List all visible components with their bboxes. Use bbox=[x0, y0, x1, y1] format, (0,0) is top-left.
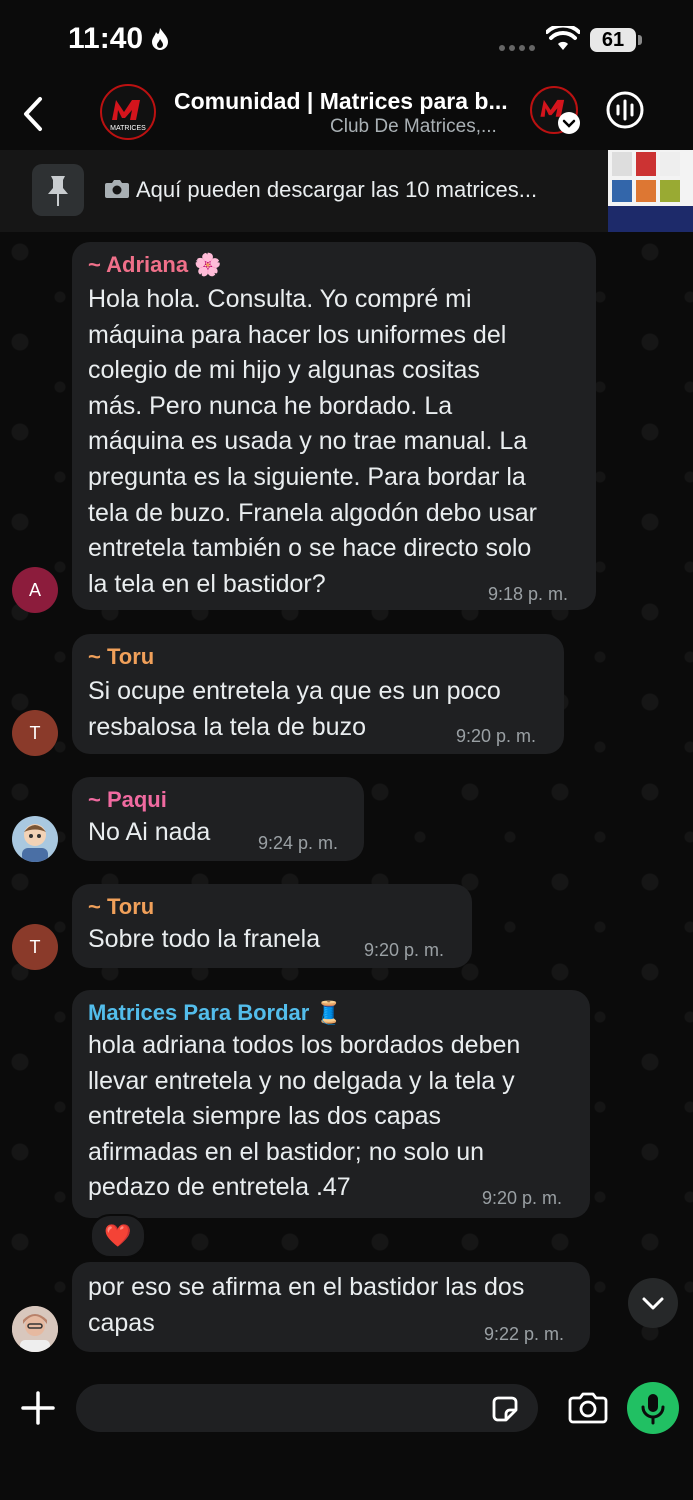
pinned-thumbnail[interactable] bbox=[608, 150, 693, 232]
pinned-text: Aquí pueden descargar las 10 matrices... bbox=[136, 177, 538, 202]
message-bubble[interactable]: ~ Toru Si ocupe entretela ya que es un p… bbox=[72, 634, 564, 754]
message-bubble[interactable]: por eso se afirma en el bastidor las dos… bbox=[72, 1262, 590, 1352]
mic-button[interactable] bbox=[627, 1382, 679, 1434]
message-timestamp: 9:20 p. m. bbox=[482, 1188, 563, 1208]
message-line: la tela en el bastidor? bbox=[88, 569, 326, 598]
message-text: Hola hola. Consulta. Yo compré mi máquin… bbox=[88, 282, 537, 602]
photo-avatar-icon bbox=[12, 1306, 58, 1352]
mic-icon bbox=[641, 1394, 665, 1425]
signal-icon bbox=[499, 45, 535, 51]
message-line: por eso se afirma en el bastidor las dos bbox=[88, 1273, 525, 1301]
camera-icon[interactable] bbox=[568, 1390, 608, 1426]
flame-icon bbox=[152, 28, 168, 50]
message-text: hola adriana todos los bordados deben ll… bbox=[88, 1028, 520, 1206]
message-line: entretela también o se hace directo solo bbox=[88, 534, 532, 563]
logo-label: MATRICES bbox=[110, 125, 146, 132]
message-bubble[interactable]: ~ Toru Sobre todo la franela 9:20 p. m. bbox=[72, 884, 472, 968]
message-bubble[interactable]: Matrices Para Bordar 🧵 hola adriana todo… bbox=[72, 990, 590, 1218]
matrices-logo-icon: MATRICES bbox=[110, 100, 146, 132]
avatar[interactable]: T bbox=[12, 924, 58, 970]
sender-name[interactable]: ~ Adriana 🌸 bbox=[88, 252, 222, 278]
group-avatar[interactable]: MATRICES bbox=[100, 84, 156, 140]
message-line: Sobre todo la franela bbox=[88, 925, 321, 953]
voice-chat-icon[interactable] bbox=[605, 90, 645, 130]
message-line: Si ocupe entretela ya que es un poco bbox=[88, 677, 501, 705]
sender-name[interactable]: ~ Paqui bbox=[88, 787, 167, 813]
battery-nub bbox=[638, 35, 642, 45]
message-line: entretela siempre las dos capas bbox=[88, 1102, 441, 1131]
message-text: No Ai nada bbox=[88, 815, 210, 851]
cartoon-avatar-icon bbox=[22, 824, 48, 862]
message-line: pedazo de entretela .47 bbox=[88, 1173, 351, 1202]
message-bubble[interactable]: ~ Paqui No Ai nada 9:24 p. m. bbox=[72, 777, 364, 861]
pinned-message-bar[interactable]: Aquí pueden descargar las 10 matrices... bbox=[0, 150, 693, 232]
sender-name[interactable]: ~ Toru bbox=[88, 644, 154, 670]
message-line: resbalosa la tela de buzo bbox=[88, 712, 366, 741]
message-line: tela de buzo. Franela algodón debo usar bbox=[88, 498, 537, 527]
message-line: hola adriana todos los bordados deben bbox=[88, 1031, 521, 1059]
avatar-user-photo[interactable] bbox=[12, 1306, 58, 1352]
battery-indicator: 61 bbox=[590, 28, 636, 52]
message-timestamp: 9:24 p. m. bbox=[258, 833, 339, 853]
plus-icon[interactable] bbox=[18, 1388, 58, 1428]
message-bubble[interactable]: ~ Adriana 🌸 Hola hola. Consulta. Yo comp… bbox=[72, 242, 596, 610]
pin-icon bbox=[48, 176, 68, 206]
reaction-badge[interactable]: ❤️ bbox=[90, 1214, 146, 1258]
avatar[interactable]: A bbox=[12, 567, 58, 613]
message-timestamp: 9:20 p. m. bbox=[364, 940, 445, 960]
chat-header: MATRICES Comunidad | Matrices para b... … bbox=[0, 80, 693, 150]
message-line: afirmadas en el bastidor; no solo un bbox=[88, 1137, 485, 1166]
message-timestamp: 9:22 p. m. bbox=[484, 1324, 565, 1344]
message-line: pregunta es la siguiente. Para bordar la bbox=[88, 462, 526, 491]
status-time: 11:40 bbox=[68, 22, 144, 55]
wifi-icon bbox=[546, 26, 580, 50]
sender-name[interactable]: ~ Toru bbox=[88, 894, 154, 920]
message-input[interactable] bbox=[76, 1384, 538, 1432]
thumbnail-image-icon bbox=[608, 152, 693, 232]
chat-subtitle[interactable]: Club De Matrices,... bbox=[330, 116, 497, 138]
message-text: Si ocupe entretela ya que es un poco res… bbox=[88, 674, 501, 745]
avatar-paqui[interactable] bbox=[12, 816, 58, 862]
message-line: No Ai nada bbox=[88, 818, 211, 846]
message-line: Hola hola. Consulta. Yo compré mi bbox=[88, 285, 472, 313]
message-line: más. Pero nunca he bordado. La bbox=[88, 391, 453, 420]
chat-title[interactable]: Comunidad | Matrices para b... bbox=[174, 88, 508, 115]
message-line: llevar entretela y no delgada y la tela … bbox=[88, 1066, 515, 1095]
message-timestamp: 9:18 p. m. bbox=[488, 584, 569, 604]
status-bar: 11:40 61 bbox=[0, 0, 693, 80]
scroll-down-button[interactable] bbox=[628, 1278, 678, 1328]
camera-small-icon bbox=[105, 180, 129, 198]
message-line: colegio de mi hijo y algunas cositas bbox=[88, 356, 480, 385]
message-timestamp: 9:20 p. m. bbox=[456, 726, 537, 746]
message-line: máquina es usada y no trae manual. La bbox=[88, 427, 528, 456]
back-arrow-icon[interactable] bbox=[18, 94, 48, 134]
composer-bar bbox=[0, 1368, 693, 1500]
sender-name[interactable]: Matrices Para Bordar 🧵 bbox=[88, 1000, 343, 1026]
message-text: Sobre todo la franela bbox=[88, 922, 320, 958]
chevron-down-icon bbox=[642, 1297, 664, 1310]
chat-area[interactable]: ~ Adriana 🌸 Hola hola. Consulta. Yo comp… bbox=[0, 232, 693, 1368]
message-text: por eso se afirma en el bastidor las dos… bbox=[88, 1270, 524, 1341]
sticker-icon[interactable] bbox=[490, 1394, 520, 1424]
message-line: capas bbox=[88, 1308, 155, 1337]
avatar[interactable]: T bbox=[12, 710, 58, 756]
message-line: máquina para hacer los uniformes del bbox=[88, 320, 507, 349]
chevron-down-badge-icon[interactable] bbox=[558, 112, 580, 134]
pin-button[interactable] bbox=[32, 164, 84, 216]
